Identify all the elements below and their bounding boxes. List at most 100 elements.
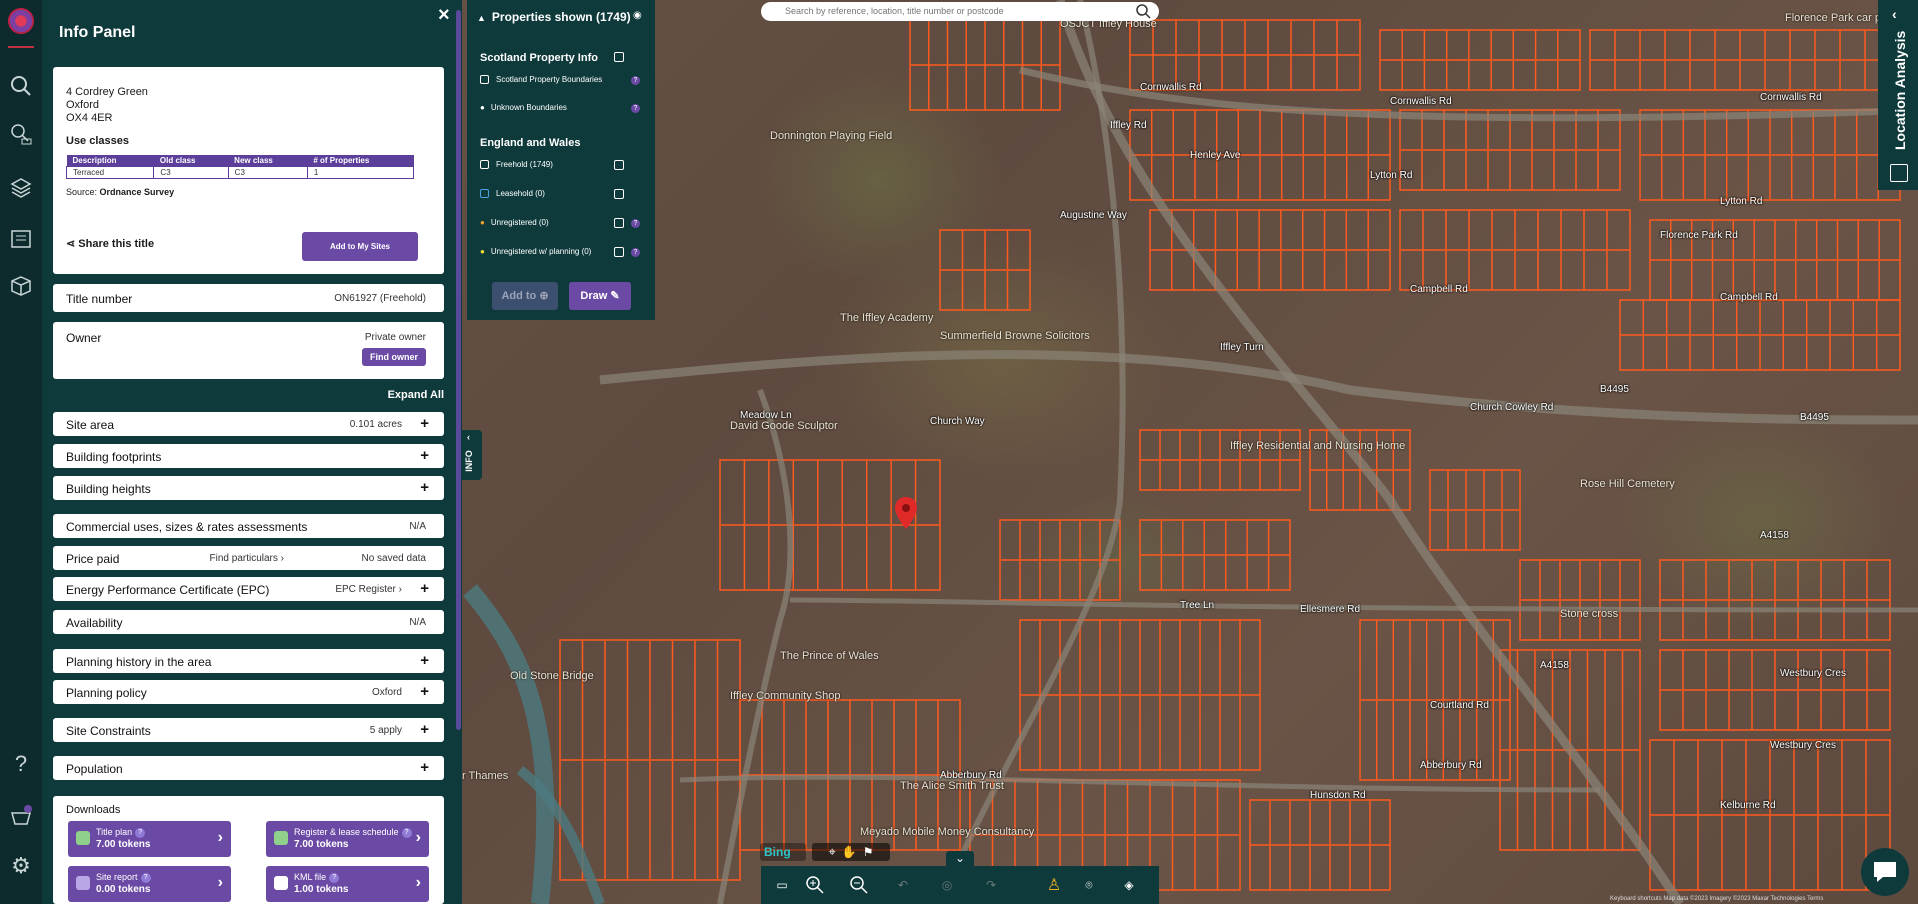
detail-row[interactable]: Building heights + (53, 476, 444, 500)
place-label[interactable]: Iffley Residential and Nursing Home (1230, 440, 1405, 452)
place-label[interactable]: Donnington Playing Field (770, 130, 892, 142)
road-label: Campbell Rd (1410, 284, 1468, 295)
place-label[interactable]: Iffley Community Shop (730, 690, 840, 702)
search-icon[interactable] (9, 74, 33, 98)
road-label: Campbell Rd (1720, 292, 1778, 303)
location-pin-icon[interactable] (894, 496, 918, 530)
map-pin-icon[interactable]: ⌾ (1078, 874, 1100, 896)
detail-row[interactable]: Price paid Find particulars › No saved dat… (53, 546, 444, 570)
detail-row[interactable]: Availability N/A (53, 610, 444, 634)
find-owner-button[interactable]: Find owner (362, 348, 426, 366)
panel-scrollbar[interactable] (456, 10, 461, 730)
detail-row[interactable]: Planning policy Oxford + (53, 680, 444, 704)
search-area-icon[interactable] (9, 122, 33, 146)
place-label[interactable]: Rose Hill Cemetery (1580, 478, 1675, 490)
undo-icon[interactable]: ↶ (892, 874, 914, 896)
close-icon[interactable]: × (438, 4, 450, 27)
basket-icon[interactable] (9, 804, 33, 828)
place-label[interactable]: The Iffley Academy (840, 312, 933, 324)
layer-item-freehold[interactable]: Freehold (1749) (480, 160, 553, 169)
download-title-plan[interactable]: Title plan? 7.00 tokens › (68, 821, 231, 857)
redo-icon[interactable]: ↷ (980, 874, 1002, 896)
expand-plus-icon[interactable]: + (420, 653, 429, 668)
eye-icon[interactable]: ◉ (633, 10, 642, 21)
layer-item-leasehold[interactable]: Leasehold (0) (480, 189, 545, 198)
expand-plus-icon[interactable]: + (420, 448, 429, 463)
expand-plus-icon[interactable]: + (420, 760, 429, 775)
locate-icon[interactable]: ⌖ (828, 844, 835, 860)
place-label[interactable]: The Alice Smith Trust (900, 780, 1004, 792)
chevron-right-icon: › (217, 829, 223, 846)
detail-row[interactable]: Commercial uses, sizes & rates assessmen… (53, 514, 444, 538)
pan-hand-icon[interactable]: ✋ (842, 845, 857, 859)
layer-item-unregistered-planning[interactable]: ● Unregistered w/ planning (0) (480, 247, 591, 256)
basemap-icon[interactable]: ◈ (1118, 874, 1140, 896)
place-label[interactable]: Meyado Mobile Money Consultancy (860, 826, 1034, 838)
detail-row[interactable]: Building footprints + (53, 444, 444, 468)
help-icon[interactable]: ? (631, 248, 640, 257)
place-label[interactable]: Stone cross (1560, 608, 1618, 620)
layers-panel: ▲ Properties shown (1749) ◉ Scotland Prop… (467, 0, 655, 320)
box-icon[interactable] (9, 274, 33, 298)
street-view-icon[interactable]: ♙ (1043, 874, 1065, 896)
unregistered-checkbox[interactable] (614, 218, 624, 228)
leasehold-checkbox[interactable] (614, 189, 624, 199)
expand-plus-icon[interactable]: + (420, 722, 429, 737)
draw-button[interactable]: Draw ✎ (569, 282, 631, 310)
location-analysis-tab[interactable]: ‹ Location Analysis (1878, 0, 1918, 190)
app-logo[interactable] (8, 8, 34, 34)
map-view-icon[interactable]: ▭ (771, 874, 793, 896)
zoom-out-icon[interactable] (848, 874, 870, 896)
settings-gear-icon[interactable]: ⚙ (9, 853, 33, 878)
detail-row-label: Commercial uses, sizes & rates assessmen… (66, 520, 308, 534)
unregistered-planning-checkbox[interactable] (614, 247, 624, 257)
cell-new-class: C3 (227, 166, 308, 179)
globe-icon[interactable]: ◎ (936, 874, 958, 896)
share-title-link[interactable]: ⋖ Share this title (66, 237, 154, 250)
map-attribution[interactable]: Keyboard shortcuts Map data ©2023 Imager… (1610, 896, 1823, 902)
help-icon[interactable]: ? (631, 104, 640, 113)
layers-icon[interactable] (9, 176, 33, 200)
help-icon[interactable]: ? (631, 219, 640, 228)
layer-item-scotland-boundaries[interactable]: Scotland Property Boundaries (480, 75, 602, 84)
freehold-checkbox[interactable] (614, 160, 624, 170)
detail-row[interactable]: Site Constraints 5 apply + (53, 718, 444, 742)
expand-plus-icon[interactable]: + (420, 480, 429, 495)
road-label: Lytton Rd (1370, 170, 1413, 181)
expand-plus-icon[interactable]: + (420, 416, 429, 431)
place-label[interactable]: Old Stone Bridge (510, 670, 594, 682)
add-to-button[interactable]: Add to ⊕ (492, 282, 558, 310)
search-icon[interactable] (1135, 3, 1151, 22)
place-label[interactable]: Summerfield Browne Solicitors (940, 330, 1090, 342)
download-register-lease[interactable]: Register & lease schedule? 7.00 tokens › (266, 821, 429, 857)
logo-underline (8, 46, 34, 48)
search-input[interactable] (783, 5, 1127, 17)
expand-all-link[interactable]: Expand All (388, 389, 444, 401)
download-kml-file[interactable]: KML file? 1.00 tokens › (266, 866, 429, 902)
download-site-report[interactable]: Site report? 0.00 tokens › (68, 866, 231, 902)
help-icon[interactable]: ? (631, 76, 640, 85)
help-icon[interactable]: ? (9, 751, 33, 776)
zoom-in-icon[interactable] (804, 874, 826, 896)
detail-row-link[interactable]: EPC Register › (335, 584, 402, 595)
chevron-down-icon[interactable]: ⌄ (946, 851, 974, 867)
add-to-my-sites-button[interactable]: Add to My Sites (302, 232, 418, 261)
chat-bubble-icon[interactable] (1861, 848, 1909, 896)
dashboard-icon[interactable] (9, 227, 33, 251)
scotland-toggle-checkbox[interactable] (614, 52, 624, 62)
expand-plus-icon[interactable]: + (420, 581, 429, 596)
detail-row[interactable]: Energy Performance Certificate (EPC) EPC … (53, 577, 444, 601)
address-line-2: Oxford (66, 99, 100, 111)
layers-header[interactable]: ▲ Properties shown (1749) (477, 10, 631, 24)
layer-item-unknown-boundaries[interactable]: ● Unknown Boundaries (480, 103, 567, 112)
expand-plus-icon[interactable]: + (420, 684, 429, 699)
info-tab[interactable]: ‹ INFO (462, 430, 482, 480)
detail-row-link[interactable]: Find particulars › (210, 553, 284, 564)
detail-row[interactable]: Site area 0.101 acres + (53, 412, 444, 436)
flag-icon[interactable]: ⚑ (863, 845, 874, 859)
detail-row[interactable]: Planning history in the area + (53, 649, 444, 673)
place-label[interactable]: David Goode Sculptor (730, 420, 838, 432)
layer-item-unregistered[interactable]: ● Unregistered (0) (480, 218, 549, 227)
place-label[interactable]: The Prince of Wales (780, 650, 879, 662)
detail-row[interactable]: Population + (53, 756, 444, 780)
